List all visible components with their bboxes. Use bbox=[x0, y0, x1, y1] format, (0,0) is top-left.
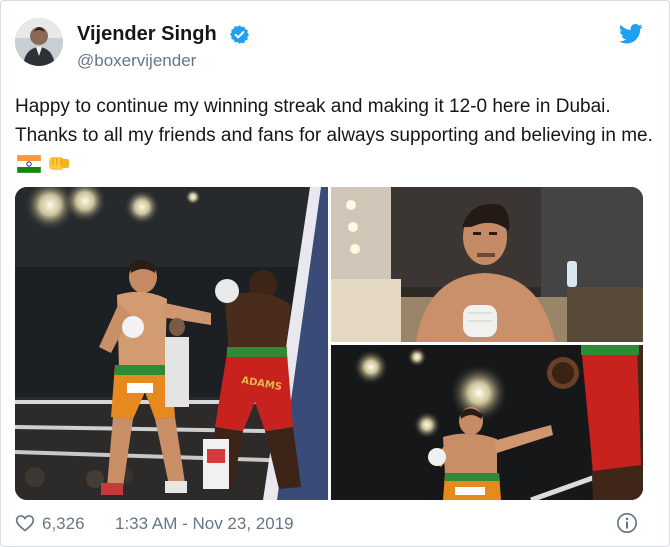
twitter-bird-icon[interactable] bbox=[619, 23, 643, 45]
indian-flag-emoji bbox=[17, 155, 41, 173]
fist-bump-emoji bbox=[49, 157, 70, 170]
tweet-footer: 6,326 1:33 AM - Nov 23, 2019 bbox=[15, 511, 655, 537]
tweet-text: Happy to continue my winning streak and … bbox=[15, 92, 655, 179]
heart-icon[interactable] bbox=[15, 513, 35, 533]
tweet-card: Vijender Singh @boxervijender Happy to c… bbox=[0, 0, 670, 547]
ring-action-photo[interactable] bbox=[331, 345, 643, 500]
dressing-room-portrait[interactable] bbox=[331, 187, 643, 342]
media-grid: ADAMS bbox=[15, 187, 643, 500]
tweet-text-body: Happy to continue my winning streak and … bbox=[15, 96, 653, 146]
avatar[interactable] bbox=[15, 18, 63, 66]
verified-badge-icon bbox=[229, 25, 250, 44]
author-name[interactable]: Vijender Singh bbox=[77, 23, 217, 46]
boxing-match-photo[interactable]: ADAMS bbox=[15, 187, 328, 500]
like-count[interactable]: 6,326 bbox=[42, 514, 85, 534]
info-icon[interactable] bbox=[616, 512, 638, 534]
tweet-timestamp[interactable]: 1:33 AM - Nov 23, 2019 bbox=[115, 514, 294, 534]
author-handle[interactable]: @boxervijender bbox=[77, 51, 196, 71]
